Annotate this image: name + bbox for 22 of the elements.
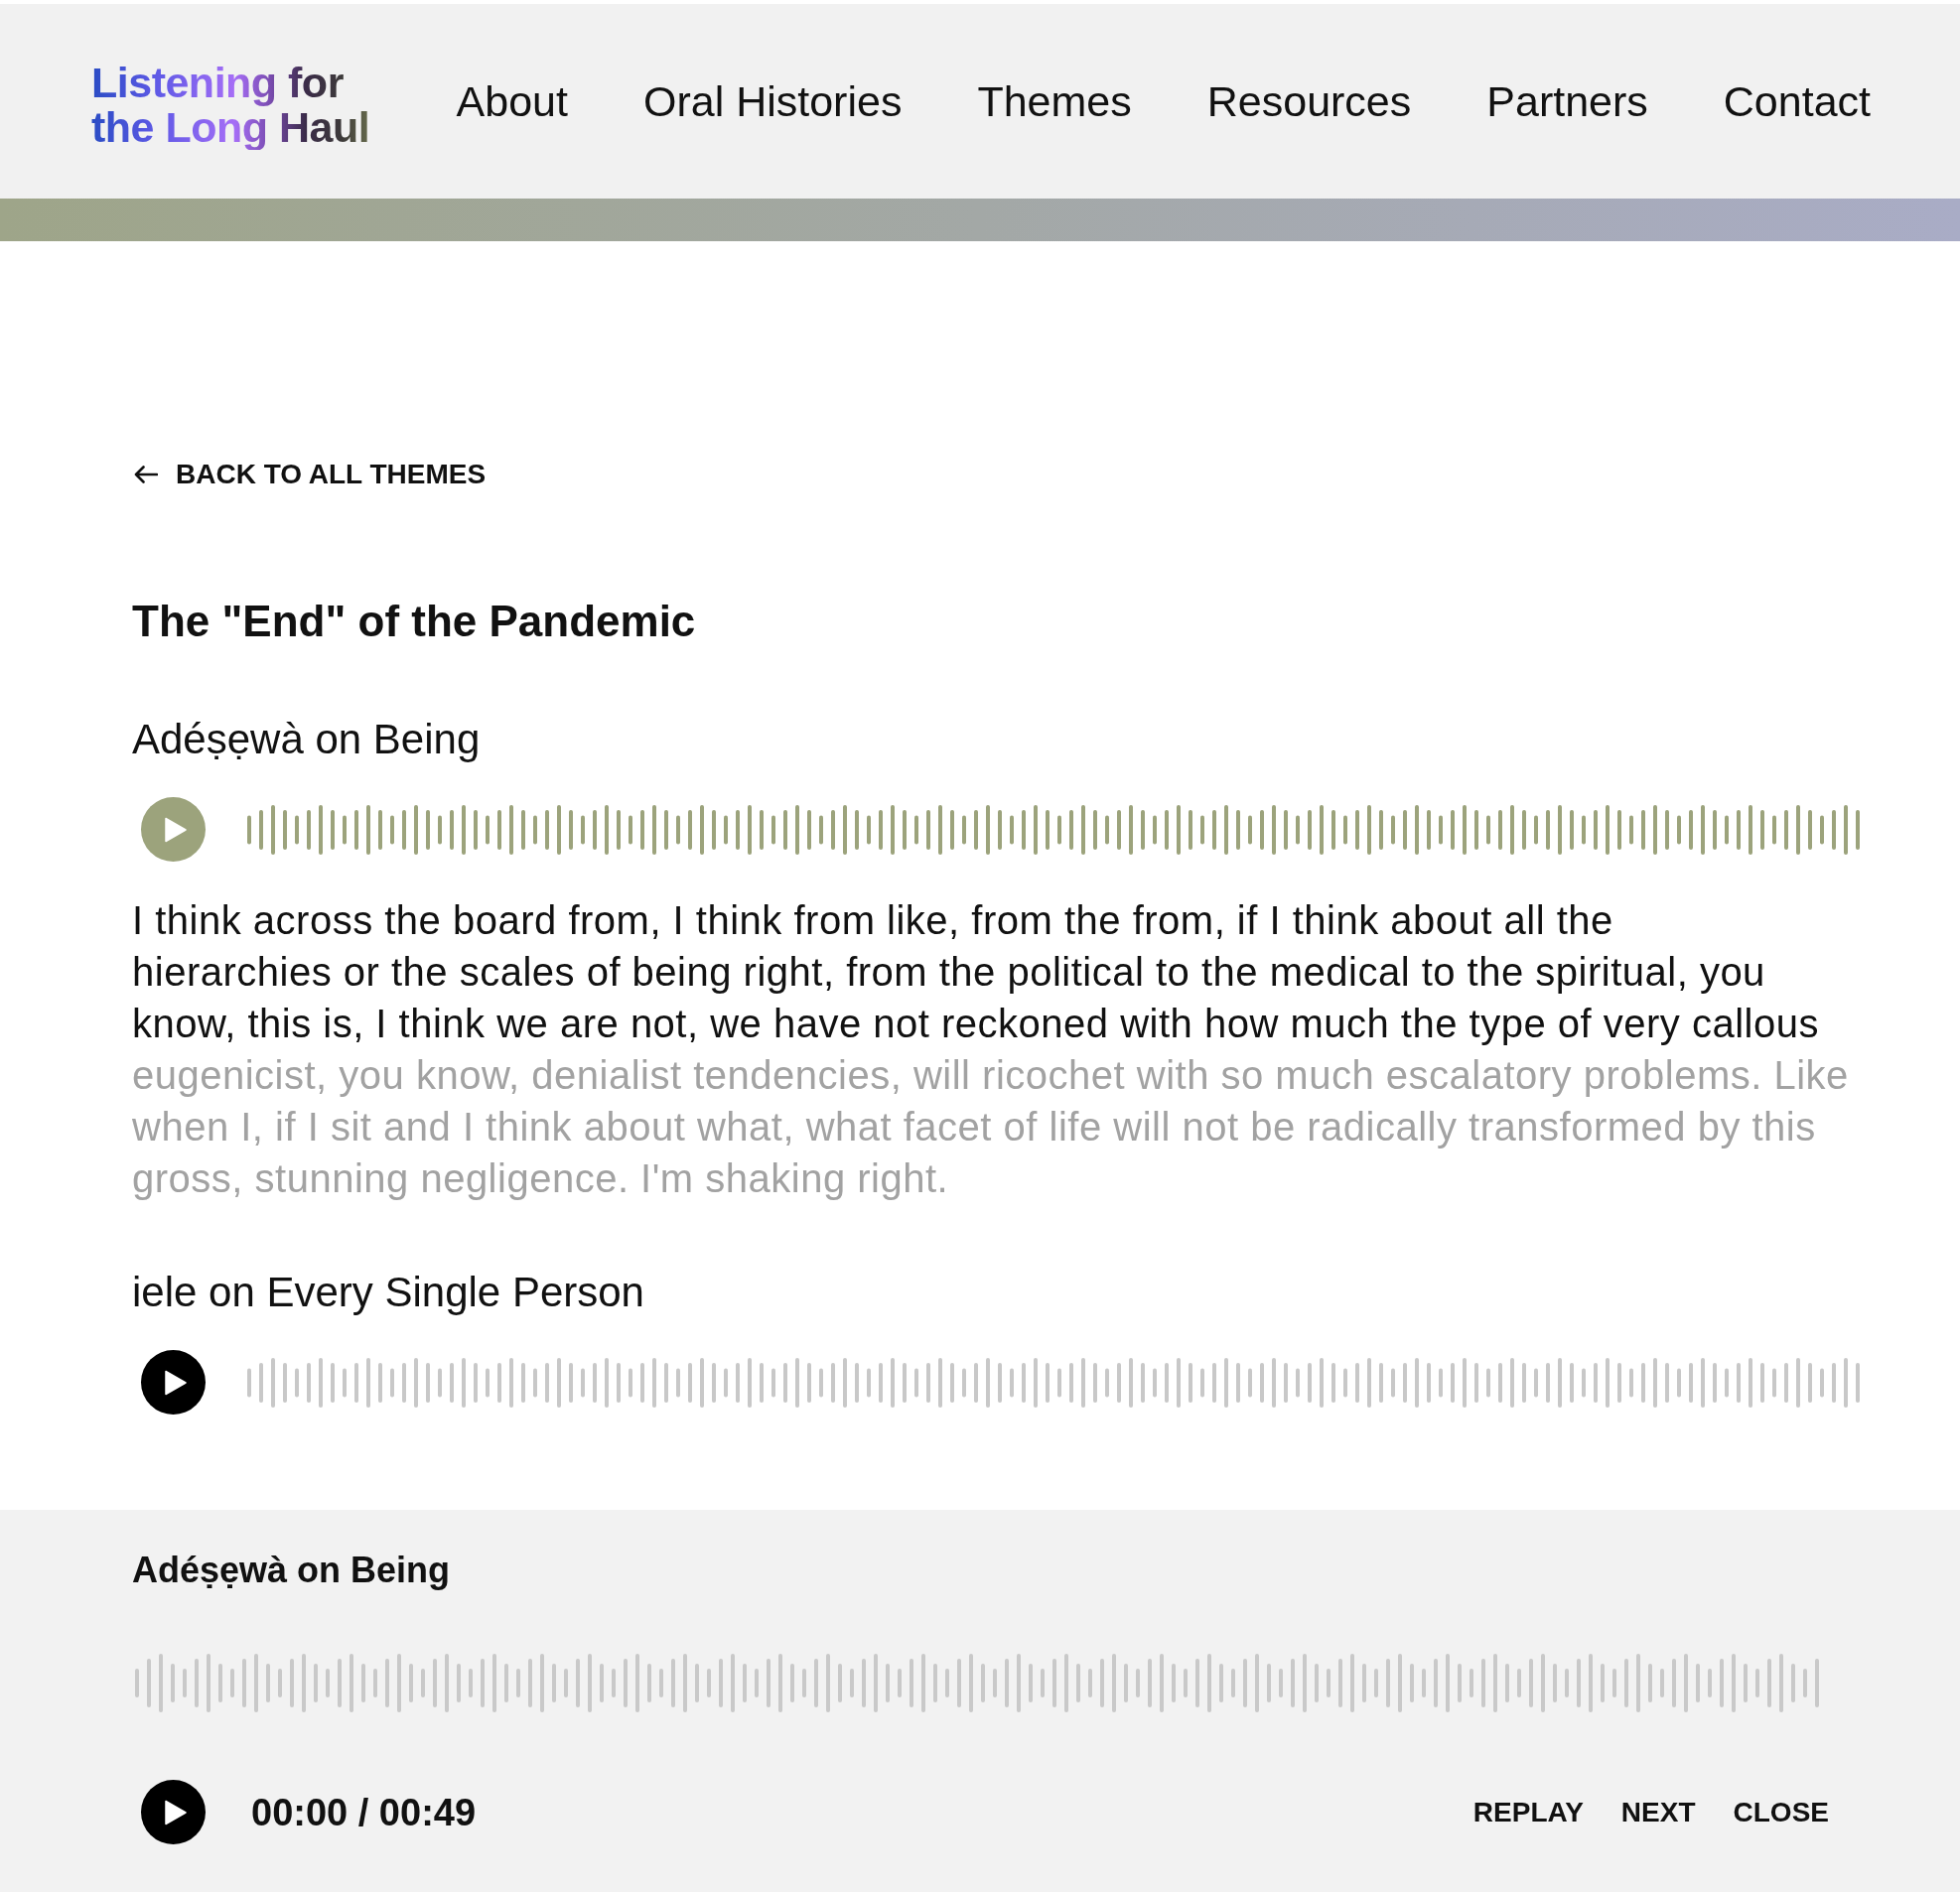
now-playing-title: Adéṣẹwà on Being [132, 1549, 452, 1592]
theme-title: The "End" of the Pandemic [132, 596, 697, 647]
player-action-button[interactable]: CLOSE [1733, 1795, 1829, 1829]
player-action-button[interactable]: REPLAY [1472, 1795, 1584, 1829]
nav-link[interactable]: Oral Histories [642, 75, 903, 127]
player-action-button[interactable]: NEXT [1620, 1795, 1696, 1829]
audio-waveform[interactable] [247, 1357, 1862, 1408]
play-icon [165, 1799, 187, 1825]
playback-time: 00:00 / 00:49 [251, 1790, 477, 1834]
nav-link[interactable]: Partners [1486, 75, 1648, 127]
transcript-text: I think across the board from, I think from like, from the from, if I think about all the hierarchies or the scales of being right, from the political to the medical to the spiritual, you know, this is, I think we are not, we have not reckoned with how much the type of very callous eugenicist, you know, denialist tendencies, will ricochet with so much escalatory problems. Like when I, if I sit and I think about what, what facet of life will not be radically transformed by this gross, stunning negligence. I'm shaking right. [132, 897, 1850, 1202]
play-icon [165, 1369, 187, 1396]
play-icon [165, 816, 187, 843]
nav-link[interactable]: Themes [977, 75, 1132, 127]
back-link[interactable]: BACK TO ALL THEMES [132, 459, 487, 490]
audio-waveform[interactable] [247, 804, 1862, 855]
clip-title: Adéṣẹwà on Being [132, 715, 482, 764]
clip-title: iele on Every Single Person [132, 1268, 645, 1317]
nav-link[interactable]: Resources [1206, 75, 1412, 127]
arrow-left-icon [134, 466, 158, 483]
nav-link[interactable]: About [456, 75, 568, 127]
nav-link[interactable]: Contact [1723, 75, 1871, 127]
